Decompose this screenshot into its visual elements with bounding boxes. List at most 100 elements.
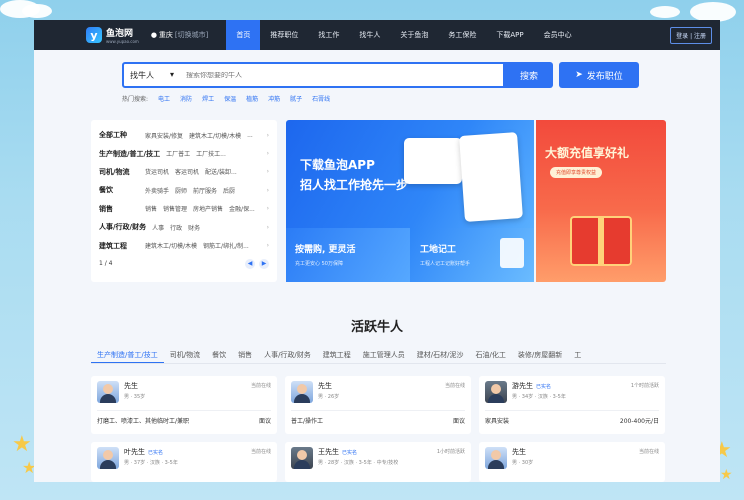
category-sub[interactable]: 建筑木工/切模/木模 [145,241,197,250]
category-row[interactable]: 生产制造/普工/技工 工厂普工 工厂技工... › [99,144,269,162]
tab-manufacturing[interactable]: 生产制造/普工/技工 [91,350,164,363]
nav-download-app[interactable]: 下载APP [486,20,533,50]
cloud-decoration [22,4,52,18]
tab-hr[interactable]: 人事/行政/财务 [258,350,317,363]
tab-building-materials[interactable]: 建材/石材/泥沙 [411,350,470,363]
category-sub[interactable]: 销售管理 [163,204,187,213]
tab-sales[interactable]: 销售 [232,350,258,363]
flexible-purchase-banner[interactable]: 按需购, 更灵活 充工更安心 50万保障 [286,228,410,282]
prev-page-button[interactable]: ◀ [245,258,255,269]
hot-term[interactable]: 电工 [158,94,170,103]
hot-term[interactable]: 腻子 [290,94,302,103]
next-page-button[interactable]: ▶ [259,258,269,269]
category-sub[interactable]: 销售 [145,204,157,213]
category-sub[interactable]: 前厅服务 [193,186,217,195]
tab-renovation[interactable]: 装修/房屋翻新 [512,350,568,363]
star-icon: ★ [720,467,733,483]
talent-meta: 男 · 30岁 [512,460,534,466]
nav-about[interactable]: 关于鱼泡 [390,20,438,50]
download-app-banner[interactable]: 下载鱼泡APP 招人找工作抢先一步 [286,120,534,228]
category-sub[interactable]: 厨师 [175,186,187,195]
city-selector[interactable]: ● 重庆 [切换城市] [151,30,209,40]
verified-badge: 已实名 [536,384,552,390]
tab-catering[interactable]: 餐饮 [206,350,232,363]
category-sub[interactable]: 配送/装卸... [205,167,237,176]
city-name: 重庆 [158,31,173,39]
category-sub[interactable]: 工厂普工 [166,149,190,158]
category-sub[interactable]: 客运司机 [175,167,199,176]
chevron-right-icon: › [266,131,269,139]
talent-name-line: 先生 [512,447,526,457]
category-row[interactable]: 全部工种 家具安装/修复 建筑木工/切模/木模 ... › [99,126,269,144]
avatar [485,447,507,469]
category-row[interactable]: 人事/行政/财务 人事 行政 财务 › [99,218,269,236]
category-sub[interactable]: 后厨 [223,186,235,195]
category-main[interactable]: 人事/行政/财务 [99,222,146,232]
promo-title: 大额充值享好礼 [545,146,630,160]
online-status: 当前在线 [444,383,465,389]
logo-url: www.yupao.com [106,39,139,44]
category-sub[interactable]: 建筑木工/切模/木模 [189,131,241,140]
category-row[interactable]: 司机/物流 货运司机 客运司机 配送/装卸... › [99,163,269,181]
hot-term[interactable]: 冲筋 [268,94,280,103]
tab-construction[interactable]: 建筑工程 [317,350,357,363]
search-button[interactable]: 搜索 [505,62,553,88]
talent-name: 先生 [512,448,526,456]
talent-meta: 男 · 35岁 [124,394,146,400]
talent-card[interactable]: 先生 当前在线 男 · 30岁 [479,442,665,482]
category-main[interactable]: 餐饮 [99,185,139,195]
nav-find-talent[interactable]: 找牛人 [349,20,390,50]
tab-more[interactable]: 工 [568,350,587,363]
category-sub[interactable]: 金融/保... [229,204,255,213]
nav-member-center[interactable]: 会员中心 [534,20,582,50]
yupao-logo-icon: y [86,27,102,43]
category-sub[interactable]: 工厂技工... [196,149,226,158]
category-sub[interactable]: 房地产销售 [193,204,223,213]
category-row[interactable]: 餐饮 外卖骑手 厨师 前厅服务 后厨 › [99,181,269,199]
recharge-promo-banner[interactable]: 大额充值享好礼 充值即享尊贵权益 [536,120,666,282]
worksite-record-banner[interactable]: 工地记工 工程人记工记账好帮手 [410,228,534,282]
talent-card[interactable]: 叶先生 已实名 当前在线 男 · 37岁 · 汉族 · 3-5年 [91,442,277,482]
hot-term[interactable]: 保温 [224,94,236,103]
category-row[interactable]: 销售 销售 销售管理 房地产销售 金融/保... › [99,200,269,218]
hot-term[interactable]: 焊工 [202,94,214,103]
category-sub[interactable]: ... [247,132,253,139]
switch-city-link[interactable]: [切换城市] [175,30,208,40]
logo[interactable]: y 鱼泡网 www.yupao.com [86,26,139,44]
search-type-label: 找牛人 [130,70,154,80]
nav-insurance[interactable]: 务工保险 [438,20,486,50]
talent-card[interactable]: 先生 当前在线 男 · 26岁 普工/操作工 面议 [285,376,471,434]
category-main[interactable]: 销售 [99,204,139,214]
tab-driver[interactable]: 司机/物流 [164,350,206,363]
post-job-button[interactable]: ➤ 发布职位 [559,62,639,88]
hot-search: 热门搜索: 电工 消防 焊工 保温 植筋 冲筋 腻子 石膏线 [122,94,720,103]
category-sub[interactable]: 家具安装/修复 [145,131,183,140]
talent-card[interactable]: 王先生 已实名 1小时前活跃 男 · 28岁 · 汉族 · 3-5年 · 中专/技… [285,442,471,482]
category-sub[interactable]: 行政 [170,223,182,232]
talent-card[interactable]: 先生 当前在线 男 · 35岁 打磨工、喷漆工、其他临时工/兼职 面议 [91,376,277,434]
category-sub[interactable]: 人事 [152,223,164,232]
hot-term[interactable]: 消防 [180,94,192,103]
star-icon: ★ [12,432,32,457]
search-input[interactable] [182,71,503,79]
hot-term[interactable]: 石膏线 [312,94,330,103]
category-row[interactable]: 建筑工程 建筑木工/切模/木模 钢筋工/绑扎/制... › [99,236,269,254]
talent-card[interactable]: 游先生 已实名 1个时前活跃 男 · 34岁 · 汉族 · 3-5年 家具安装 2… [479,376,665,434]
category-main[interactable]: 司机/物流 [99,167,139,177]
category-main[interactable]: 建筑工程 [99,241,139,251]
login-register-button[interactable]: 登录 | 注册 [670,26,712,44]
nav-find-job[interactable]: 找工作 [308,20,349,50]
hot-term[interactable]: 植筋 [246,94,258,103]
category-sub[interactable]: 外卖骑手 [145,186,169,195]
category-sub[interactable]: 货运司机 [145,167,169,176]
category-sub[interactable]: 财务 [188,223,200,232]
category-sub[interactable]: 钢筋工/绑扎/制... [203,241,249,250]
nav-home[interactable]: 首页 [226,20,261,50]
tab-site-management[interactable]: 施工管理人员 [357,350,411,363]
category-main[interactable]: 全部工种 [99,130,139,140]
tab-petrochemical[interactable]: 石油/化工 [470,350,512,363]
online-status: 当前在线 [250,383,271,389]
search-type-dropdown[interactable]: 找牛人 ▾ [124,70,182,81]
category-main[interactable]: 生产制造/普工/技工 [99,149,160,159]
nav-recommended-jobs[interactable]: 推荐职位 [260,20,308,50]
